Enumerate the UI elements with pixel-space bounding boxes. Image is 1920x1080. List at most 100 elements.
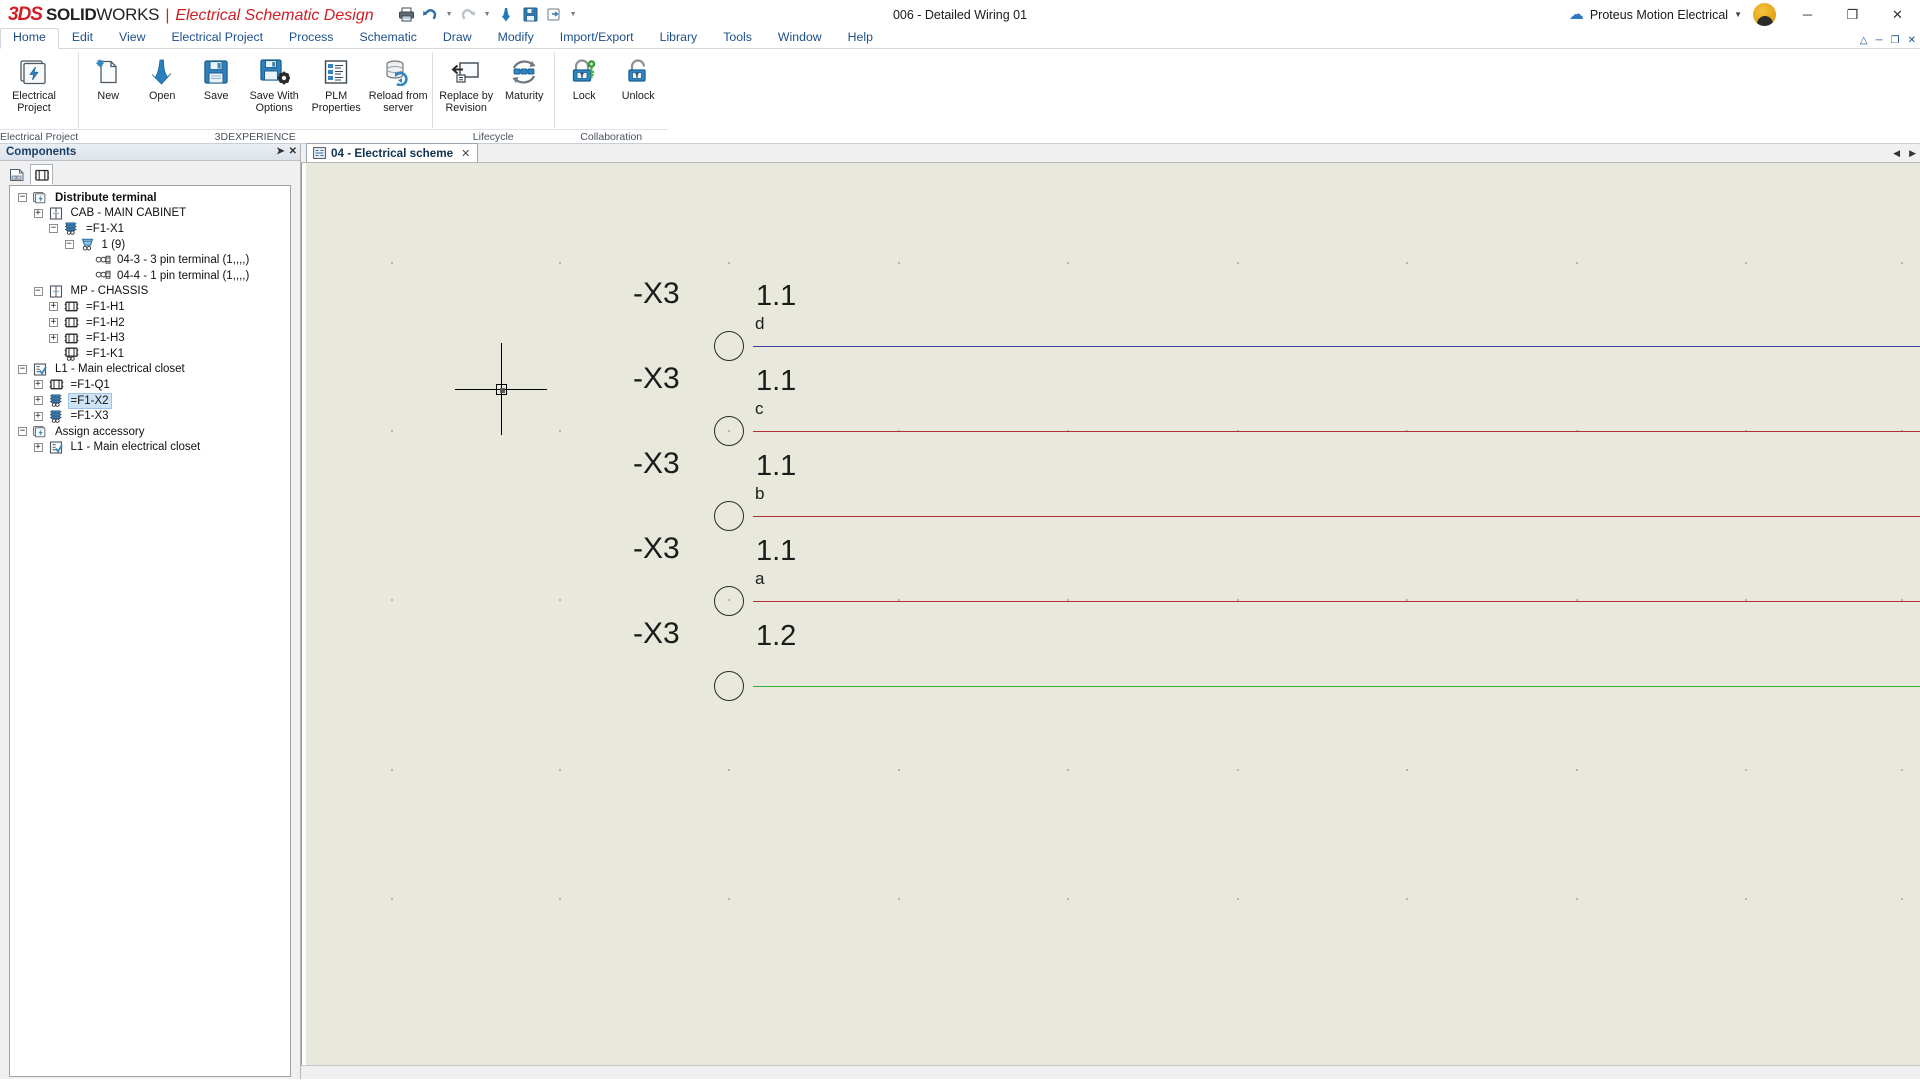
tree-item[interactable]: − =F1-X1 [10, 221, 290, 237]
plm-properties-button[interactable]: PLM Properties [305, 53, 367, 114]
tree-expand-icon[interactable]: + [49, 333, 58, 343]
ribbon-tab-schematic[interactable]: Schematic [346, 28, 429, 48]
terminal-mark-label[interactable]: -X3 [633, 532, 680, 566]
open-button[interactable]: Open [135, 53, 189, 103]
tree-item[interactable]: + L1 - Main electrical closet [10, 440, 290, 456]
terminal-pin-suffix[interactable]: a [755, 569, 764, 589]
reload-from-server-button[interactable]: Reload from server [367, 53, 429, 114]
tree-expand-icon[interactable]: + [33, 208, 43, 218]
ribbon-tab-window[interactable]: Window [765, 28, 835, 48]
horizontal-scrollbar[interactable] [301, 1065, 1920, 1079]
window-close-button[interactable]: ✕ [1875, 0, 1920, 29]
terminal-symbol[interactable] [714, 416, 744, 446]
doc-tab-close-icon[interactable]: ✕ [458, 147, 470, 160]
tree-expand-icon[interactable]: + [33, 380, 43, 390]
ribbon-tab-process[interactable]: Process [276, 28, 346, 48]
terminal-symbol[interactable] [714, 671, 744, 701]
redo-dropdown-icon[interactable]: ▼ [482, 4, 493, 25]
tree-item[interactable]: + CAB - MAIN CABINET [10, 206, 290, 222]
terminal-pin-number[interactable]: 1.1 [756, 365, 796, 398]
wire-line[interactable] [753, 516, 1920, 517]
terminal-pin-number[interactable]: 1.1 [756, 535, 796, 568]
ribbon-minimize-icon[interactable]: ─ [1876, 35, 1883, 46]
tree-item[interactable]: − 1 (9) [10, 237, 290, 253]
window-maximize-button[interactable]: ❐ [1830, 0, 1875, 29]
ribbon-tab-home[interactable]: Home [0, 28, 59, 49]
tree-item[interactable]: + =F1-H3 [10, 330, 290, 346]
terminal-pin-number[interactable]: 1.2 [756, 620, 796, 653]
wire-line[interactable] [753, 431, 1920, 432]
new-button[interactable]: New [81, 53, 135, 103]
tree-expand-icon[interactable]: + [33, 411, 43, 421]
ribbon-tab-modify[interactable]: Modify [485, 28, 547, 48]
ribbon-tab-help[interactable]: Help [835, 28, 886, 48]
terminal-mark-label[interactable]: -X3 [633, 362, 680, 396]
wire-line[interactable] [753, 686, 1920, 687]
ribbon-tab-view[interactable]: View [106, 28, 158, 48]
panel-tab-documents[interactable] [5, 164, 28, 185]
undo-dropdown-icon[interactable]: ▼ [444, 4, 455, 25]
tree-item[interactable]: − MP - CHASSIS [10, 284, 290, 300]
customize-qat-icon[interactable]: ▼ [568, 4, 579, 25]
panel-tab-components[interactable] [30, 164, 53, 185]
open-icon[interactable] [496, 4, 517, 25]
tree-expand-icon[interactable]: + [33, 442, 43, 452]
maturity-button[interactable]: Maturity [497, 53, 551, 103]
window-minimize-button[interactable]: ─ [1785, 0, 1830, 29]
tree-collapse-icon[interactable]: − [18, 427, 27, 437]
undo-icon[interactable] [420, 4, 441, 25]
ribbon-tab-electrical-project[interactable]: Electrical Project [158, 28, 276, 48]
tree-collapse-icon[interactable]: − [18, 193, 27, 203]
tree-expand-icon[interactable]: + [49, 318, 58, 328]
redo-icon[interactable] [458, 4, 479, 25]
tree-collapse-icon[interactable]: − [18, 364, 27, 374]
ribbon-collapse-icon[interactable]: △ [1860, 35, 1868, 46]
tree-item[interactable]: − L1 - Main electrical closet [10, 362, 290, 378]
terminal-pin-number[interactable]: 1.1 [756, 280, 796, 313]
terminal-mark-label[interactable]: -X3 [633, 617, 680, 651]
wire-line[interactable] [753, 601, 1920, 602]
save-with-options-button[interactable]: Save With Options [243, 53, 305, 114]
tree-collapse-icon[interactable]: − [49, 224, 58, 234]
export-icon[interactable] [544, 4, 565, 25]
doc-tab-electrical-scheme[interactable]: 04 - Electrical scheme ✕ [306, 143, 479, 162]
ribbon-tab-edit[interactable]: Edit [59, 28, 106, 48]
terminal-pin-suffix[interactable]: b [755, 484, 764, 504]
ribbon-tab-tools[interactable]: Tools [710, 28, 765, 48]
wire-line[interactable] [753, 346, 1920, 347]
avatar[interactable] [1753, 3, 1776, 26]
components-tree[interactable]: − Distribute terminal + CAB - MAIN CABINE… [9, 185, 291, 1077]
doc-tab-prev-icon[interactable]: ◀ [1893, 148, 1900, 159]
electrical-project-button[interactable]: Electrical Project [3, 53, 65, 114]
terminal-mark-label[interactable]: -X3 [633, 447, 680, 481]
unlock-button[interactable]: Unlock [611, 53, 665, 103]
tree-item[interactable]: − Assign accessory [10, 424, 290, 440]
lock-button[interactable]: Lock [557, 53, 611, 103]
ribbon-tab-library[interactable]: Library [647, 28, 711, 48]
replace-by-revision-button[interactable]: Replace by Revision [435, 53, 497, 114]
tree-expand-icon[interactable]: + [33, 396, 43, 406]
ribbon-tab-import-export[interactable]: Import/Export [547, 28, 647, 48]
tree-item[interactable]: 04-4 - 1 pin terminal (1,,,,) [10, 268, 290, 284]
terminal-pin-number[interactable]: 1.1 [756, 450, 796, 483]
save-icon[interactable] [520, 4, 541, 25]
terminal-symbol[interactable] [714, 331, 744, 361]
terminal-symbol[interactable] [714, 586, 744, 616]
tree-item[interactable]: 04-3 - 3 pin terminal (1,,,,) [10, 252, 290, 268]
tree-item[interactable]: + =F1-Q1 [10, 377, 290, 393]
schematic-canvas[interactable]: -X3 1.1 d -X3 1.1 c -X3 1.1 b -X3 1.1 a -X3 1.2 [301, 163, 1920, 1065]
panel-close-button[interactable]: ✕ [289, 147, 297, 157]
tree-item[interactable]: + =F1-X3 [10, 408, 290, 424]
tree-item[interactable]: − Distribute terminal [10, 190, 290, 206]
save-button[interactable]: Save [189, 53, 243, 103]
tree-item[interactable]: =F1-K1 [10, 346, 290, 362]
panel-pin-button[interactable]: ➤ [276, 147, 284, 157]
tree-item[interactable]: + =F1-H1 [10, 299, 290, 315]
terminal-pin-suffix[interactable]: c [755, 399, 764, 419]
terminal-pin-suffix[interactable]: d [755, 314, 764, 334]
ribbon-tab-draw[interactable]: Draw [430, 28, 485, 48]
doc-tab-next-icon[interactable]: ▶ [1909, 148, 1916, 159]
tree-item[interactable]: + =F1-X2 [10, 392, 290, 409]
terminal-symbol[interactable] [714, 501, 744, 531]
tree-collapse-icon[interactable]: − [33, 286, 43, 296]
